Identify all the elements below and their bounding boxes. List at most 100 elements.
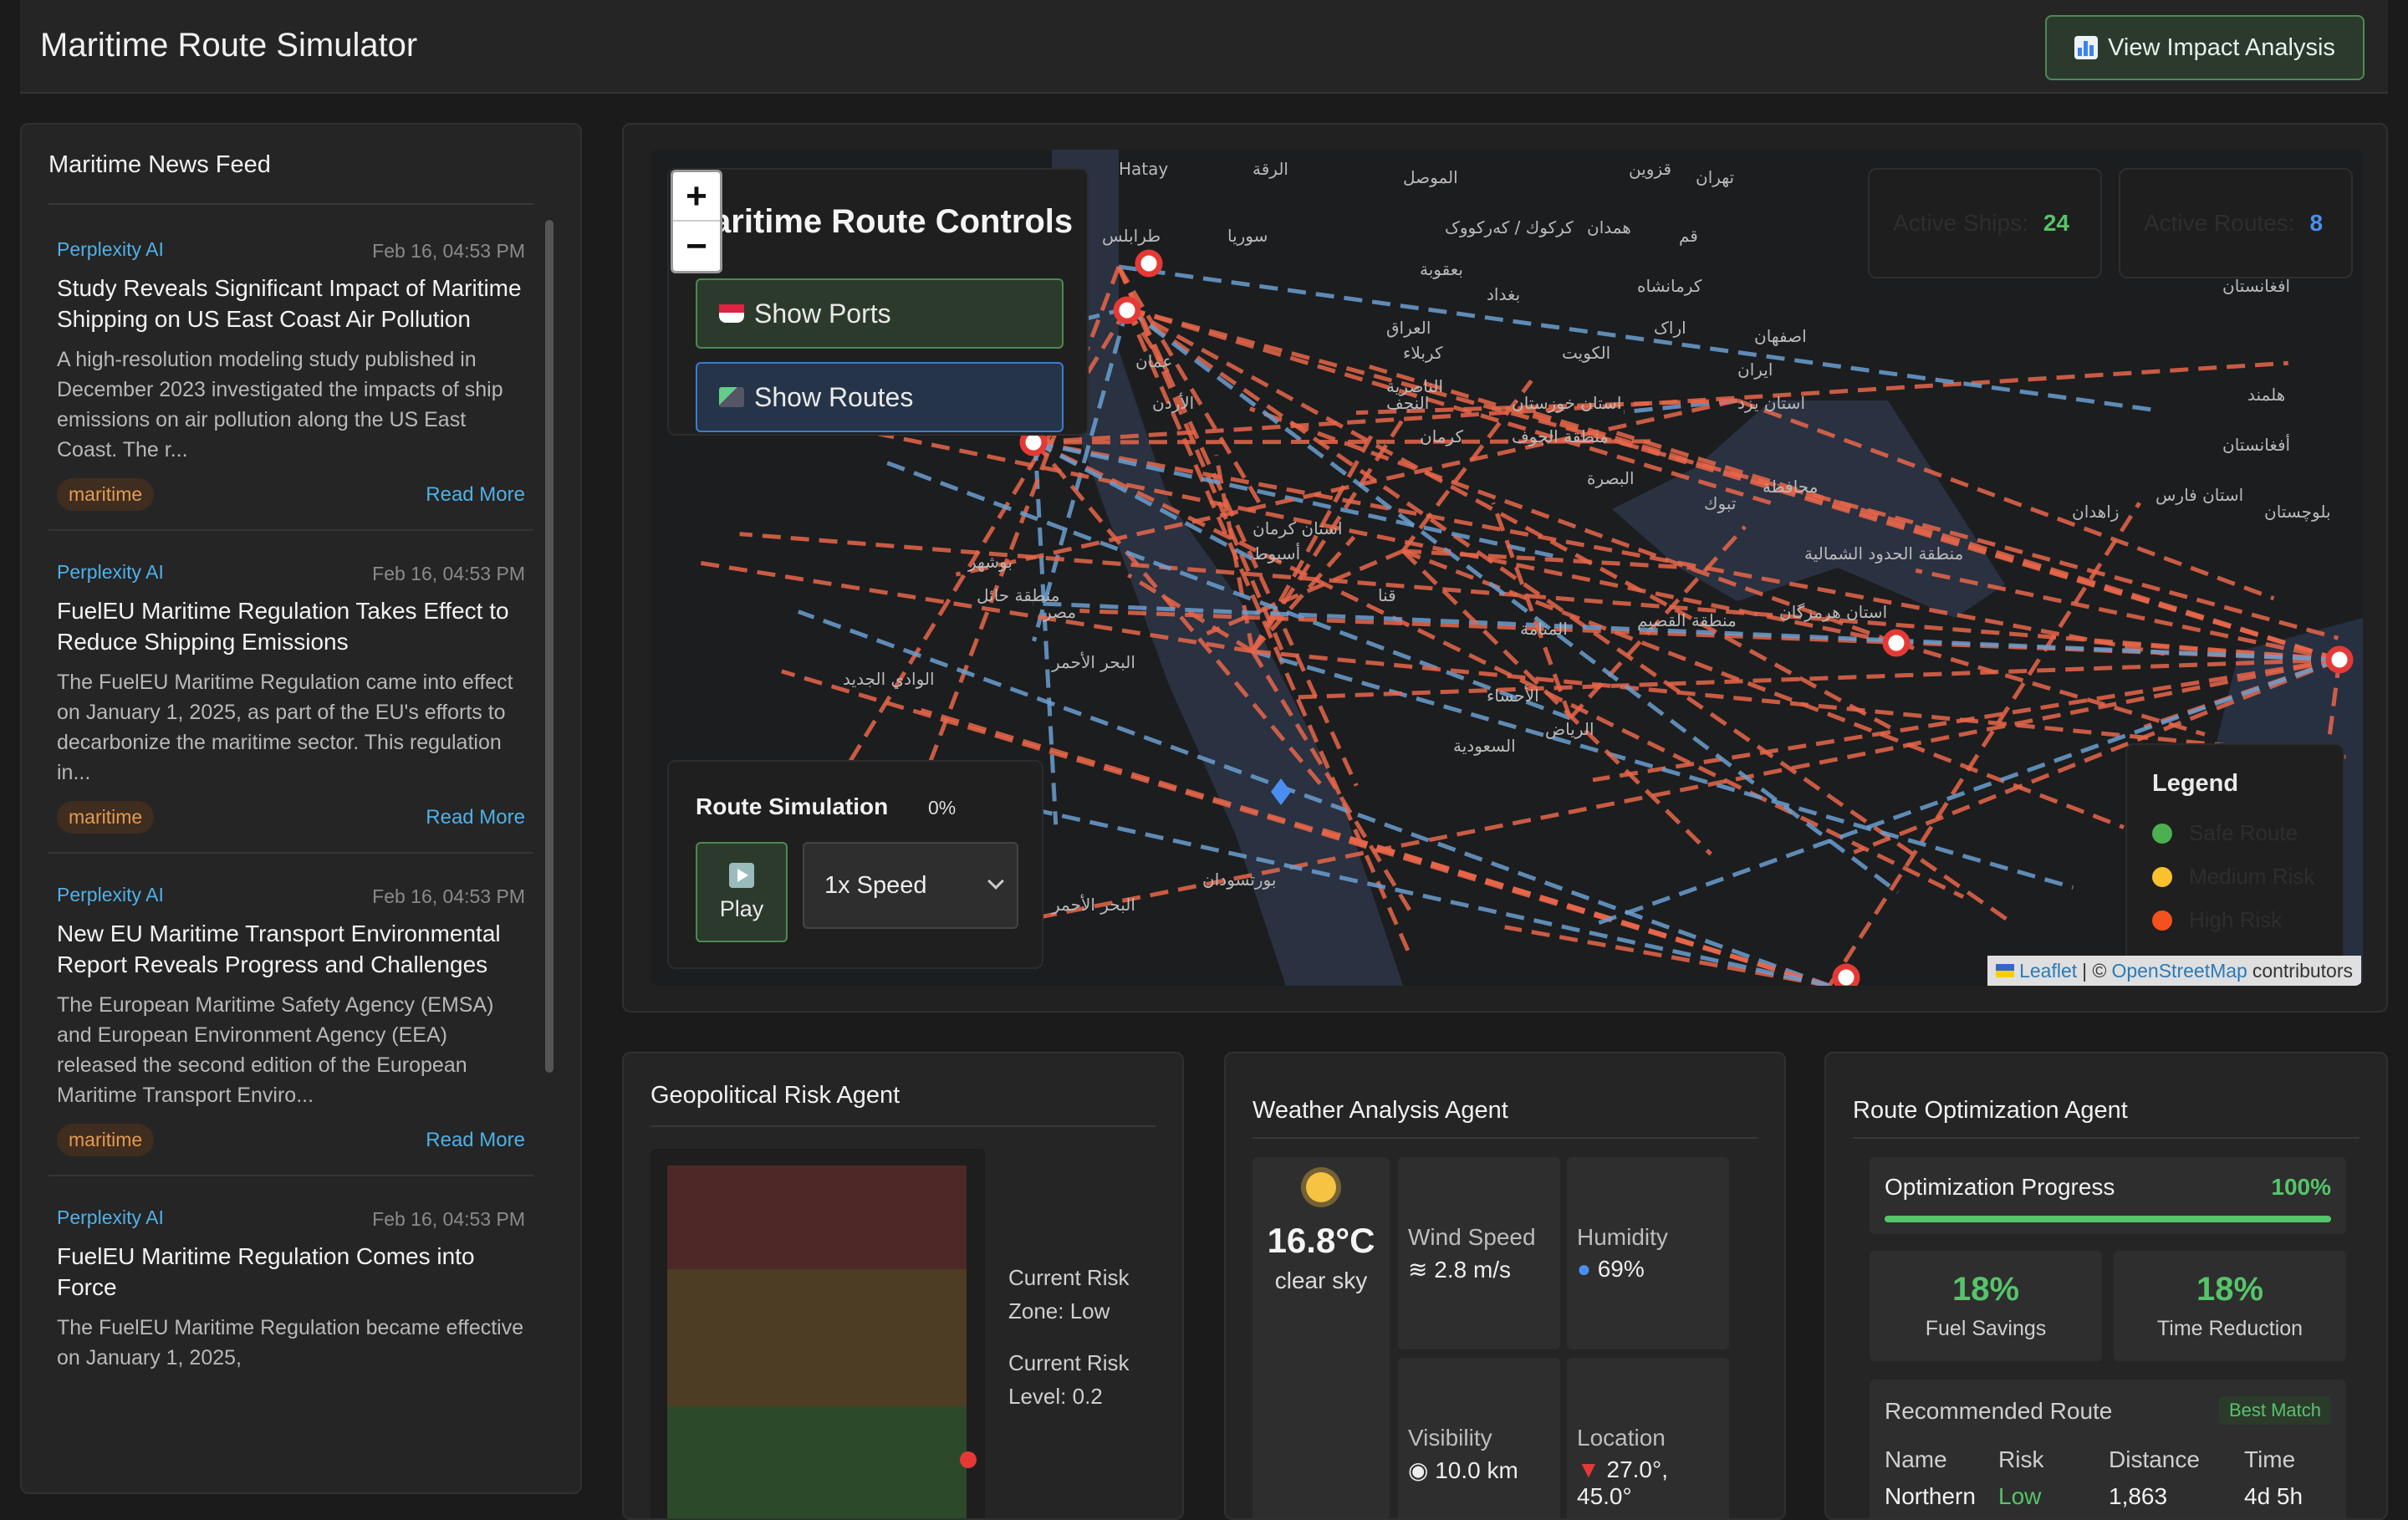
news-date: Feb 16, 04:53 PM bbox=[372, 563, 525, 584]
map-place-label: كرمانشاه bbox=[1637, 276, 1702, 296]
read-more-link[interactable]: Read More bbox=[426, 1129, 525, 1152]
medium-risk-zone bbox=[667, 1269, 967, 1406]
news-date: Feb 16, 04:53 PM bbox=[372, 1208, 525, 1230]
risk-gauge bbox=[650, 1149, 985, 1518]
map-place-label: كرمان bbox=[1420, 426, 1464, 446]
best-match-badge: Best Match bbox=[2218, 1396, 2331, 1425]
progress-label: Optimization Progress bbox=[1885, 1174, 2115, 1200]
ship-icon bbox=[719, 304, 744, 323]
active-routes-value: 8 bbox=[2309, 210, 2324, 236]
news-scrollbar[interactable] bbox=[545, 220, 554, 1073]
app-title: Maritime Route Simulator bbox=[40, 27, 418, 64]
medium-dot-icon bbox=[2152, 866, 2172, 887]
zoom-out-button[interactable]: − bbox=[673, 222, 720, 271]
weather-title: Weather Analysis Agent bbox=[1252, 1097, 1508, 1124]
map-place-label: الأحساء bbox=[1487, 686, 1539, 706]
time-reduction-value: 18% bbox=[2196, 1271, 2264, 1308]
map-place-label: الرقة bbox=[1252, 159, 1288, 179]
map-place-label: الوادي الجديد bbox=[843, 669, 935, 690]
humidity-label: Humidity bbox=[1577, 1224, 1668, 1250]
active-ships-label: Active Ships: bbox=[1893, 210, 2028, 236]
col-header: Risk bbox=[1998, 1446, 2044, 1472]
show-ports-button[interactable]: Show Ports bbox=[696, 278, 1064, 349]
legend-item: Medium Risk bbox=[2152, 864, 2314, 890]
legend-title: Legend bbox=[2152, 770, 2239, 797]
zoom-control: + − bbox=[671, 170, 722, 273]
map-place-label: تهران bbox=[1696, 167, 1734, 187]
humidity-box: Humidity ● 69% bbox=[1567, 1157, 1729, 1349]
map-legend: Legend Safe Route Medium Risk High Risk bbox=[2125, 743, 2344, 986]
route-controls-title: aritime Route Controls bbox=[712, 203, 1074, 240]
visibility-box: Visibility ◉ 10.0 km bbox=[1398, 1358, 1560, 1518]
app-header: Maritime Route Simulator View Impact Ana… bbox=[20, 0, 2388, 94]
news-desc: The FuelEU Maritime Regulation became ef… bbox=[57, 1316, 524, 1370]
col-value: 4d 5h bbox=[2244, 1483, 2303, 1509]
route-controls-panel: aritime Route Controls Show Ports Show R… bbox=[667, 168, 1089, 436]
map-place-label: مصر bbox=[1043, 602, 1076, 622]
map-place-label: السعودية bbox=[1453, 736, 1516, 756]
map-place-label: قم bbox=[1679, 226, 1698, 246]
map-place-label: قزوين bbox=[1629, 159, 1671, 179]
speed-select[interactable]: 1x Speed bbox=[803, 842, 1018, 929]
bar-chart-icon bbox=[2074, 36, 2099, 59]
map-place-label: بغداد bbox=[1487, 284, 1520, 304]
map-place-label: هلمند bbox=[2247, 385, 2285, 405]
map-place-label: منطقة الجوف bbox=[1512, 426, 1609, 446]
read-more-link[interactable]: Read More bbox=[426, 806, 525, 829]
map-attribution: Leaflet | © OpenStreetMap contributors bbox=[1987, 956, 2361, 986]
map-place-label: استان يزد bbox=[1737, 393, 1805, 413]
divider bbox=[650, 1125, 1156, 1127]
time-reduction-label: Time Reduction bbox=[2156, 1317, 2303, 1340]
news-desc: A high-resolution modeling study publish… bbox=[57, 348, 503, 462]
play-label: Play bbox=[719, 895, 764, 921]
progress-fill bbox=[1885, 1216, 2331, 1222]
map-place-label: الرياض bbox=[1545, 719, 1594, 739]
visibility-label: Visibility bbox=[1408, 1425, 1492, 1451]
divider bbox=[1252, 1137, 1758, 1139]
map-place-label: البحر الأحمر bbox=[1051, 895, 1135, 915]
play-button[interactable]: Play bbox=[696, 842, 788, 942]
fuel-savings-value: 18% bbox=[1951, 1271, 2020, 1308]
port-marker bbox=[1832, 963, 1860, 986]
leaflet-link[interactable]: Leaflet bbox=[2019, 960, 2077, 982]
active-routes-stat: Active Routes: 8 bbox=[2119, 168, 2353, 278]
zoom-in-button[interactable]: + bbox=[673, 172, 720, 222]
map-place-label: الأردن bbox=[1152, 393, 1194, 413]
map-place-label: همدان bbox=[1587, 217, 1631, 237]
wind-value: 2.8 m/s bbox=[1434, 1257, 1512, 1283]
route-map[interactable]: Hatay الرقة الموصل قزوين تهران طرابلس سوريا كرك… bbox=[650, 150, 2363, 986]
recommended-route: Recommended Route Best Match Name Norther… bbox=[1870, 1380, 2346, 1518]
show-routes-button[interactable]: Show Routes bbox=[696, 362, 1064, 432]
col-header: Time bbox=[2244, 1446, 2296, 1472]
col-value: Northern bbox=[1885, 1483, 1976, 1509]
active-routes-label: Active Routes: bbox=[2144, 210, 2295, 236]
chevron-down-icon bbox=[987, 873, 1004, 890]
map-place-label: أسيوط bbox=[1252, 543, 1300, 564]
map-place-label: ایران bbox=[1737, 360, 1773, 380]
port-marker bbox=[1882, 629, 1911, 657]
port-marker bbox=[1113, 296, 1141, 324]
read-more-link[interactable]: Read More bbox=[426, 483, 525, 507]
osm-link[interactable]: OpenStreetMap bbox=[2111, 960, 2247, 982]
map-place-label: بوشهر bbox=[967, 552, 1013, 572]
col-value: Low bbox=[1998, 1483, 2042, 1509]
map-place-label: عمان bbox=[1135, 351, 1172, 371]
humidity-value: 69% bbox=[1597, 1256, 1645, 1282]
route-col-time: Time 4d 5h bbox=[2244, 1446, 2303, 1510]
news-item: Perplexity AI Feb 16, 04:53 PM FuelEU Ma… bbox=[48, 531, 533, 854]
risk-marker bbox=[960, 1451, 977, 1468]
news-tag: maritime bbox=[57, 478, 155, 511]
time-reduction-box: 18% Time Reduction bbox=[2114, 1251, 2346, 1361]
legend-label: High Risk bbox=[2189, 907, 2283, 932]
show-routes-label: Show Routes bbox=[754, 381, 914, 412]
map-place-label: بعقوبة bbox=[1420, 259, 1463, 279]
news-item: Perplexity AI Feb 16, 04:53 PM New EU Ma… bbox=[48, 854, 533, 1176]
ukraine-flag-icon bbox=[1996, 964, 2015, 977]
news-desc: The FuelEU Maritime Regulation came into… bbox=[57, 671, 513, 784]
map-place-label: العراق bbox=[1386, 318, 1431, 338]
view-impact-analysis-button[interactable]: View Impact Analysis bbox=[2045, 15, 2365, 80]
location-label: Location bbox=[1577, 1425, 1666, 1451]
pin-icon: ▼ bbox=[1577, 1456, 1607, 1482]
fuel-savings-box: 18% Fuel Savings bbox=[1870, 1251, 2102, 1361]
attribution-separator: | © bbox=[2082, 959, 2107, 982]
